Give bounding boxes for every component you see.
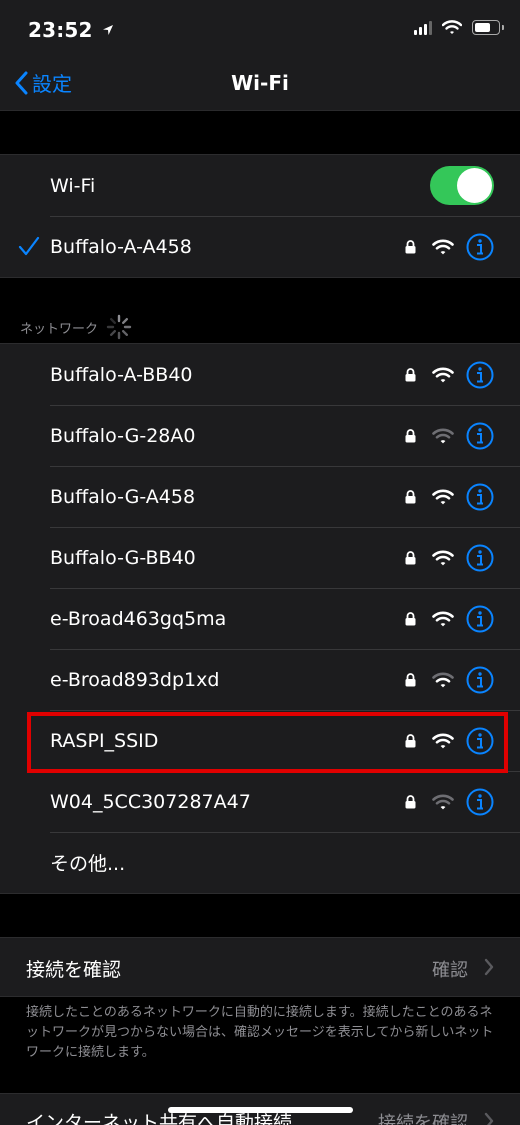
networks-header-label: ネットワーク (20, 321, 99, 337)
wifi-toggle-label: Wi-Fi (50, 174, 96, 197)
wifi-signal-icon (432, 550, 454, 565)
wifi-signal-icon (432, 428, 454, 443)
info-icon[interactable] (466, 483, 494, 511)
network-row[interactable]: Buffalo-G-A458 (0, 466, 520, 527)
wifi-signal-icon (432, 672, 454, 687)
wifi-signal-icon (432, 489, 454, 504)
wifi-signal-icon (432, 794, 454, 809)
network-name: Buffalo-A-BB40 (50, 363, 193, 386)
info-icon[interactable] (466, 544, 494, 572)
page-title: Wi-Fi (231, 71, 289, 95)
ask-to-join-row[interactable]: 接続を確認 確認 (0, 937, 520, 997)
info-icon[interactable] (466, 361, 494, 389)
lock-icon (405, 489, 416, 503)
lock-icon (405, 611, 416, 625)
lock-icon (405, 367, 416, 381)
wifi-settings-screen: 23:52 設定 Wi-Fi Wi-Fi Buffalo-A-A458 ネットワ… (0, 0, 520, 1125)
ask-to-join-label: 接続を確認 (26, 959, 122, 981)
chevron-right-icon (484, 958, 494, 976)
lock-icon (405, 672, 416, 686)
network-row[interactable]: Buffalo-G-28A0 (0, 405, 520, 466)
wifi-signal-icon (432, 611, 454, 626)
lock-icon (405, 428, 416, 442)
network-icons (405, 666, 494, 694)
network-name: Buffalo-G-A458 (50, 485, 196, 508)
status-bar: 23:52 (0, 0, 520, 62)
network-icons (405, 422, 494, 450)
network-row[interactable]: e-Broad893dp1xd (0, 649, 520, 710)
other-network-row[interactable]: その他... (0, 832, 520, 893)
wifi-toggle-group: Wi-Fi Buffalo-A-A458 (0, 154, 520, 278)
connected-network-name: Buffalo-A-A458 (50, 235, 192, 258)
wifi-signal-icon (432, 367, 454, 382)
networks-section-header: ネットワーク (20, 314, 132, 340)
network-row[interactable]: e-Broad463gq5ma (0, 588, 520, 649)
network-icons (405, 788, 494, 816)
info-icon[interactable] (466, 788, 494, 816)
lock-icon (405, 239, 416, 253)
ask-to-join-value: 確認 (432, 960, 468, 981)
cellular-signal-icon (414, 20, 432, 35)
location-arrow-icon (102, 25, 113, 35)
info-icon[interactable] (466, 666, 494, 694)
checkmark-icon (18, 236, 40, 256)
connected-network-row[interactable]: Buffalo-A-A458 (0, 216, 520, 277)
lock-icon (405, 550, 416, 564)
network-row[interactable]: Buffalo-G-BB40 (0, 527, 520, 588)
network-name: e-Broad893dp1xd (50, 668, 220, 691)
highlight-annotation (27, 712, 508, 773)
info-icon[interactable] (466, 605, 494, 633)
status-time: 23:52 (28, 18, 114, 42)
network-name: Buffalo-G-28A0 (50, 424, 196, 447)
network-icons (405, 483, 494, 511)
chevron-right-icon (484, 1112, 494, 1125)
home-indicator[interactable] (168, 1107, 353, 1113)
info-icon[interactable] (466, 233, 494, 261)
network-icons (405, 605, 494, 633)
other-network-label: その他... (50, 853, 126, 875)
network-icons (405, 544, 494, 572)
network-icons (405, 361, 494, 389)
ask-to-join-description: 接続したことのあるネットワークに自動的に接続します。接続したことのあるネットワー… (26, 1005, 494, 1060)
battery-icon (472, 20, 504, 35)
network-name: W04_5CC307287A47 (50, 790, 251, 813)
wifi-toggle-row: Wi-Fi (0, 155, 520, 216)
network-row[interactable]: Buffalo-A-BB40 (0, 344, 520, 405)
network-row[interactable]: W04_5CC307287A47 (0, 771, 520, 832)
lock-icon (405, 794, 416, 808)
auto-hotspot-value: 接続を確認 (378, 1113, 468, 1125)
nav-bar: 設定 Wi-Fi (0, 62, 520, 111)
wifi-signal-icon (432, 239, 454, 254)
network-icons (405, 233, 494, 261)
wifi-toggle-switch[interactable] (430, 166, 494, 205)
network-list: Buffalo-A-BB40 Buffalo-G-28A0 Buffalo-G-A4… (0, 343, 520, 894)
info-icon[interactable] (466, 422, 494, 450)
network-name: Buffalo-G-BB40 (50, 546, 196, 569)
loading-spinner-icon (106, 314, 132, 340)
status-indicators (414, 20, 504, 35)
wifi-status-icon (442, 20, 462, 34)
toggle-knob (457, 168, 492, 203)
network-name: e-Broad463gq5ma (50, 607, 227, 630)
